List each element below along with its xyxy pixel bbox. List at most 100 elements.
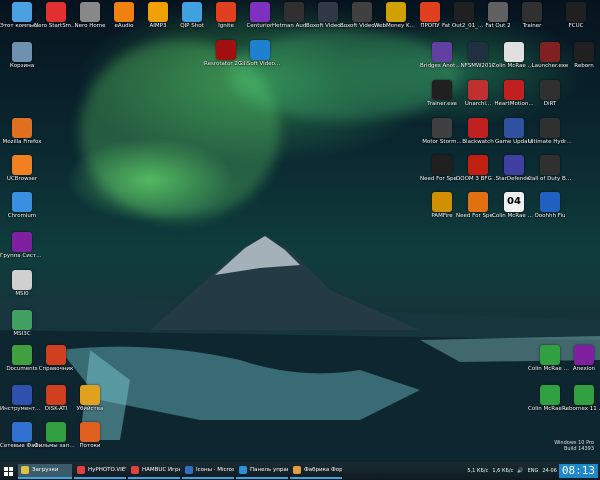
desktop-icon[interactable]: Anexion (562, 345, 600, 373)
app-icon (522, 2, 542, 22)
app-icon (12, 270, 32, 290)
desktop-icon[interactable]: Chromium (0, 192, 44, 220)
app-icon (114, 2, 134, 22)
taskbar-app-icon (239, 466, 247, 474)
taskbar-app-icon (131, 466, 139, 474)
network-speed-up: 5,1 КБ/с (467, 468, 489, 474)
app-icon (504, 42, 524, 62)
taskbar-item[interactable]: Ісоны · Micros... (182, 464, 234, 479)
desktop-icon[interactable]: DiRT (528, 80, 572, 108)
taskbar-item[interactable]: Загрузки (18, 463, 72, 479)
desktop-icon-label: FCUC (568, 23, 584, 29)
desktop-icon-label: Ooohhh Fiu (534, 213, 566, 219)
desktop-icon[interactable]: Reborn (562, 42, 600, 70)
app-icon (468, 80, 488, 100)
desktop-icon[interactable]: Ultimate Hydro... (528, 118, 572, 146)
taskbar-item-label: Панель управл... (250, 467, 288, 473)
app-icon (468, 155, 488, 175)
network-speed-down: 1,6 КБ/с (492, 468, 514, 474)
app-icon (540, 155, 560, 175)
app-icon (468, 42, 488, 62)
app-icon (12, 155, 32, 175)
desktop-icon-label: MSI3C (13, 331, 31, 337)
app-icon (432, 42, 452, 62)
language-indicator[interactable]: ENG (528, 468, 539, 474)
taskbar-item[interactable]: HAMBUC Игры... (128, 464, 180, 479)
tray-date[interactable]: 24-06 (542, 468, 557, 474)
windows-logo-icon (3, 466, 13, 476)
desktop-icon[interactable]: UCBrowser (0, 155, 44, 183)
volume-icon[interactable]: 🔊 (517, 468, 523, 474)
desktop-icon[interactable]: Справочник (34, 345, 78, 373)
app-icon (46, 2, 66, 22)
desktop-icon[interactable]: Ooohhh Fiu (528, 192, 572, 220)
taskbar-app-icon (77, 466, 85, 474)
taskbar-item-label: Фабрика Фор... (304, 467, 342, 473)
taskbar-app-icon (185, 466, 193, 474)
desktop-icon-label: Mozilla Firefox (2, 139, 42, 145)
desktop-icon-label: MSI0 (15, 291, 29, 297)
app-icon (540, 345, 560, 365)
app-icon (540, 385, 560, 405)
desktop-icon[interactable]: Группа Системы (0, 232, 44, 260)
desktop-icon-label: Call of Duty Black Op... (528, 176, 572, 182)
desktop-icon[interactable]: Убийства (68, 385, 112, 413)
start-button[interactable] (0, 462, 16, 480)
app-icon: 04 (504, 192, 524, 212)
desktop-icon-label: Trainer (522, 23, 542, 29)
app-icon (574, 345, 594, 365)
desktop-icon[interactable]: Rebornex 11 Trainer (562, 385, 600, 413)
app-icon (12, 385, 32, 405)
desktop-icon[interactable]: FCUC (554, 2, 598, 30)
app-icon (540, 118, 560, 138)
app-icon (182, 2, 202, 22)
app-icon (432, 118, 452, 138)
taskbar-item[interactable]: HyPHOTO.VIEW (74, 464, 126, 479)
app-icon (12, 422, 32, 442)
desktop-icon[interactable]: Call of Duty Black Op... (528, 155, 572, 183)
app-icon (250, 40, 270, 60)
desktop-icon[interactable]: Trainer (510, 2, 554, 30)
app-icon (12, 192, 32, 212)
desktop-icon[interactable]: MSI0 (0, 270, 44, 298)
desktop-icon[interactable]: Корзина (0, 42, 44, 70)
desktop-icon-label: Группа Системы (0, 253, 44, 259)
tray-clock[interactable]: 08:13 (558, 464, 598, 478)
app-icon (216, 40, 236, 60)
taskbar-item-label: HyPHOTO.VIEW (88, 467, 126, 473)
app-icon (250, 2, 270, 22)
app-icon (574, 385, 594, 405)
desktop-icon-label: Убийства (76, 406, 104, 412)
app-icon (432, 155, 452, 175)
desktop-icon[interactable]: Mozilla Firefox (0, 118, 44, 146)
watermark-line2: Build 14393 (563, 446, 594, 452)
app-icon (488, 2, 508, 22)
desktop-icon-label: UCBrowser (6, 176, 38, 182)
desktop-icon[interactable]: MSI3C (0, 310, 44, 338)
app-icon (148, 2, 168, 22)
app-icon (46, 385, 66, 405)
taskbar-item[interactable]: Фабрика Фор... (290, 464, 342, 479)
desktop-icon[interactable]: GiliSoft Video Editor 7.2.0 (238, 40, 282, 68)
app-icon (504, 118, 524, 138)
app-icon (12, 232, 32, 252)
system-tray: 5,1 КБ/с 1,6 КБ/с 🔊 ENG 24-06 08:13 (465, 462, 600, 480)
app-icon (504, 155, 524, 175)
desktop-icon-label: Chromium (7, 213, 37, 219)
app-icon (432, 192, 452, 212)
app-icon (12, 118, 32, 138)
app-icon (566, 2, 586, 22)
app-icon (216, 2, 236, 22)
desktop: Этот компьютер Nero StartSmart Nero Home eA… (0, 0, 600, 462)
desktop-icon-label: Rebornex 11 Trainer (562, 406, 600, 412)
app-icon (540, 42, 560, 62)
desktop-icon-label: Reborn (574, 63, 594, 69)
desktop-icon-label: DiRT (543, 101, 557, 107)
taskbar-app-icon (293, 466, 301, 474)
desktop-icon[interactable]: Потоки (68, 422, 112, 450)
taskbar-item[interactable]: Панель управл... (236, 464, 288, 479)
app-icon (468, 118, 488, 138)
app-icon (12, 310, 32, 330)
desktop-icon-label: Anexion (572, 366, 596, 372)
app-icon (386, 2, 406, 22)
